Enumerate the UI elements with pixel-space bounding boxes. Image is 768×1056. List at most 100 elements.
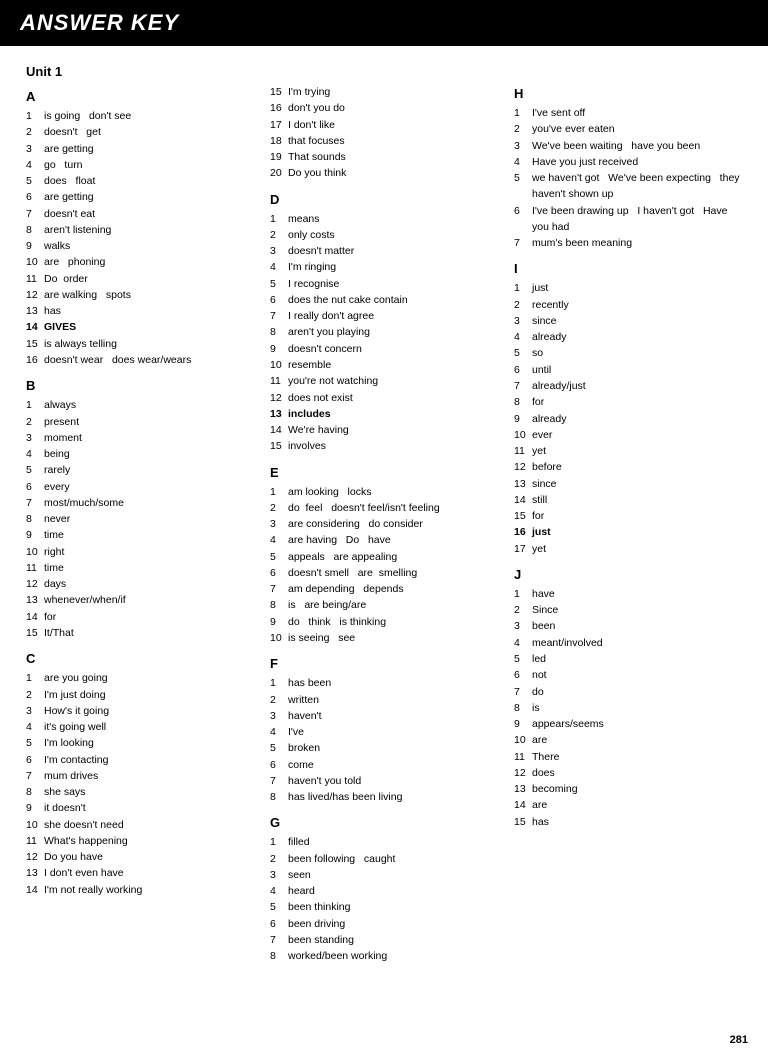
section-F-list: 1has been 2written 3haven't 4I've 5broke…: [270, 675, 498, 805]
list-item: 5broken: [270, 740, 498, 756]
list-item: 4I'm ringing: [270, 259, 498, 275]
list-item: 6been driving: [270, 916, 498, 932]
list-item: 6I've been drawing up I haven't got Have…: [514, 203, 742, 236]
list-item: 3moment: [26, 430, 254, 446]
list-item: 8worked/been working: [270, 948, 498, 964]
list-item: 4Have you just received: [514, 154, 742, 170]
list-item: 10is seeing see: [270, 630, 498, 646]
list-item: 17I don't like: [270, 117, 498, 133]
list-item: 1am looking locks: [270, 484, 498, 500]
list-item: 8for: [514, 394, 742, 410]
list-item: 5been thinking: [270, 899, 498, 915]
list-item: 15has: [514, 814, 742, 830]
list-item: 15I'm trying: [270, 84, 498, 100]
list-item: 12days: [26, 576, 254, 592]
list-item: 4meant/involved: [514, 635, 742, 651]
section-B-list: 1always 2present 3moment 4being 5rarely …: [26, 397, 254, 641]
list-item: 10right: [26, 544, 254, 560]
list-item: 6until: [514, 362, 742, 378]
list-item: 7already/just: [514, 378, 742, 394]
list-item: 15is always telling: [26, 336, 254, 352]
section-B-title: B: [26, 378, 254, 393]
list-item: 2present: [26, 414, 254, 430]
list-item: 14are: [514, 797, 742, 813]
list-item: 12does not exist: [270, 390, 498, 406]
section-J-title: J: [514, 567, 742, 582]
list-item: 3doesn't matter: [270, 243, 498, 259]
list-item: 14I'm not really working: [26, 882, 254, 898]
list-item: 14GIVES: [26, 319, 254, 335]
list-item: 19That sounds: [270, 149, 498, 165]
section-A2-list: 15I'm trying 16don't you do 17I don't li…: [270, 84, 498, 182]
list-item: 1has been: [270, 675, 498, 691]
list-item: 8is are being/are: [270, 597, 498, 613]
list-item: 13whenever/when/if: [26, 592, 254, 608]
list-item: 2I'm just doing: [26, 687, 254, 703]
list-item: 16just: [514, 524, 742, 540]
list-item: 3are considering do consider: [270, 516, 498, 532]
list-item: 10she doesn't need: [26, 817, 254, 833]
list-item: 8never: [26, 511, 254, 527]
list-item: 15involves: [270, 438, 498, 454]
section-F-title: F: [270, 656, 498, 671]
list-item: 6does the nut cake contain: [270, 292, 498, 308]
section-D-title: D: [270, 192, 498, 207]
section-C-list: 1are you going 2I'm just doing 3How's it…: [26, 670, 254, 898]
section-I-list: 1just 2recently 3since 4already 5so 6unt…: [514, 280, 742, 557]
list-item: 5so: [514, 345, 742, 361]
list-item: 7haven't you told: [270, 773, 498, 789]
list-item: 12before: [514, 459, 742, 475]
list-item: 3since: [514, 313, 742, 329]
list-item: 5we haven't got We've been expecting the…: [514, 170, 742, 203]
list-item: 7do: [514, 684, 742, 700]
list-item: 10ever: [514, 427, 742, 443]
list-item: 7most/much/some: [26, 495, 254, 511]
list-item: 1I've sent off: [514, 105, 742, 121]
list-item: 3How's it going: [26, 703, 254, 719]
list-item: 7been standing: [270, 932, 498, 948]
section-E-title: E: [270, 465, 498, 480]
list-item: 11What's happening: [26, 833, 254, 849]
column-1: Unit 1 A 1is going don't see 2doesn't ge…: [18, 64, 262, 968]
list-item: 2doesn't get: [26, 124, 254, 140]
list-item: 1is going don't see: [26, 108, 254, 124]
list-item: 1are you going: [26, 670, 254, 686]
page-header: ANSWER KEY: [0, 0, 768, 46]
list-item: 13includes: [270, 406, 498, 422]
list-item: 7mum drives: [26, 768, 254, 784]
list-item: 1always: [26, 397, 254, 413]
list-item: 10are: [514, 732, 742, 748]
page-number: 281: [730, 1034, 748, 1046]
list-item: 16don't you do: [270, 100, 498, 116]
section-I-title: I: [514, 261, 742, 276]
list-item: 11time: [26, 560, 254, 576]
list-item: 1means: [270, 211, 498, 227]
list-item: 5led: [514, 651, 742, 667]
list-item: 15It/That: [26, 625, 254, 641]
list-item: 13has: [26, 303, 254, 319]
list-item: 4heard: [270, 883, 498, 899]
list-item: 9appears/seems: [514, 716, 742, 732]
list-item: 6not: [514, 667, 742, 683]
list-item: 5I'm looking: [26, 735, 254, 751]
column-3: H 1I've sent off 2you've ever eaten 3We'…: [506, 64, 750, 968]
list-item: 8aren't you playing: [270, 324, 498, 340]
list-item: 1filled: [270, 834, 498, 850]
list-item: 5appeals are appealing: [270, 549, 498, 565]
list-item: 6are getting: [26, 189, 254, 205]
list-item: 4I've: [270, 724, 498, 740]
list-item: 3seen: [270, 867, 498, 883]
section-G-title: G: [270, 815, 498, 830]
list-item: 11There: [514, 749, 742, 765]
list-item: 2do feel doesn't feel/isn't feeling: [270, 500, 498, 516]
list-item: 3We've been waiting have you been: [514, 138, 742, 154]
list-item: 6doesn't smell are smelling: [270, 565, 498, 581]
list-item: 13since: [514, 476, 742, 492]
list-item: 14for: [26, 609, 254, 625]
list-item: 3are getting: [26, 141, 254, 157]
list-item: 3haven't: [270, 708, 498, 724]
list-item: 10resemble: [270, 357, 498, 373]
list-item: 11Do order: [26, 271, 254, 287]
list-item: 4go turn: [26, 157, 254, 173]
list-item: 17yet: [514, 541, 742, 557]
